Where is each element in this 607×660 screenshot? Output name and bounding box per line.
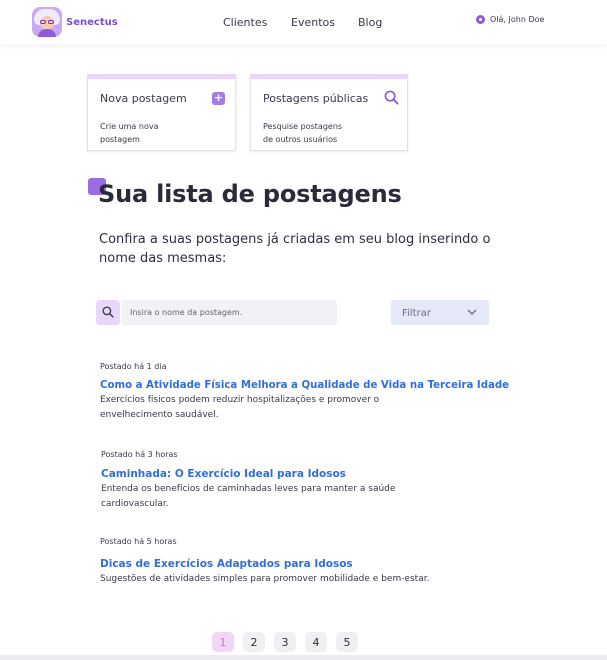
search-input[interactable] [121,300,337,325]
filter-dropdown[interactable]: Filtrar [391,300,489,325]
post-excerpt: Sugestões de atividades simples para pro… [100,574,430,584]
search-icon [102,306,114,318]
post-title-link[interactable]: Como a Atividade Física Melhora a Qualid… [100,380,509,391]
page-subtitle: Confira a suas postagens já criadas em s… [99,232,491,266]
nav-link-blog[interactable]: Blog [358,16,382,29]
pagination: 1 2 3 4 5 [212,632,367,652]
post-title-link[interactable]: Dicas de Exercícios Adaptados para Idoso… [100,558,500,570]
user-greeting: Olá, John Doe [490,15,545,24]
page-button-2[interactable]: 2 [243,632,265,652]
brand-name: Senectus [66,16,118,28]
gear-icon [476,15,485,24]
public-posts-card[interactable]: Postagens públicas Pesquise postagens de… [250,74,408,151]
search-button[interactable] [96,300,120,325]
filter-label: Filtrar [402,308,431,319]
post-timestamp: Postado há 3 horas [101,450,178,459]
new-post-card-description: Crie uma nova postagem [100,122,159,144]
post-item: Postado há 1 dia Como a Atividade Física… [100,362,509,423]
post-timestamp: Postado há 5 horas [100,537,177,546]
page-button-3[interactable]: 3 [274,632,296,652]
page-button-1[interactable]: 1 [212,632,234,652]
post-item: Postado há 5 horas Dicas de Exercícios A… [100,537,500,587]
page-button-4[interactable]: 4 [305,632,327,652]
top-navbar: Senectus Clientes Eventos Blog Olá, John… [0,0,607,44]
logo-avatar-icon [32,7,62,37]
chevron-down-icon [467,309,477,315]
nav-link-clientes[interactable]: Clientes [223,16,267,29]
user-menu[interactable]: Olá, John Doe [476,15,544,24]
bottom-divider [0,655,607,660]
page-button-5[interactable]: 5 [336,632,358,652]
new-post-card-title: Nova postagem [100,92,187,105]
nav-link-eventos[interactable]: Eventos [291,16,335,29]
page-title: Sua lista de postagens [98,180,402,208]
post-excerpt: Entenda os benefícios de caminhadas leve… [101,484,396,509]
post-title-link[interactable]: Caminhada: O Exercício Ideal para Idosos [101,468,501,480]
plus-icon[interactable]: + [212,92,225,105]
post-timestamp: Postado há 1 dia [100,362,167,371]
new-post-card[interactable]: Nova postagem + Crie uma nova postagem [87,74,236,151]
post-item: Postado há 3 horas Caminhada: O Exercíci… [101,450,501,512]
public-posts-card-title: Postagens públicas [263,92,369,105]
public-posts-card-description: Pesquise postagens de outros usuários [263,122,343,144]
search-icon[interactable] [384,90,399,109]
brand-logo[interactable]: Senectus [32,7,118,37]
post-excerpt: Exercícios físicos podem reduzir hospita… [100,395,380,420]
